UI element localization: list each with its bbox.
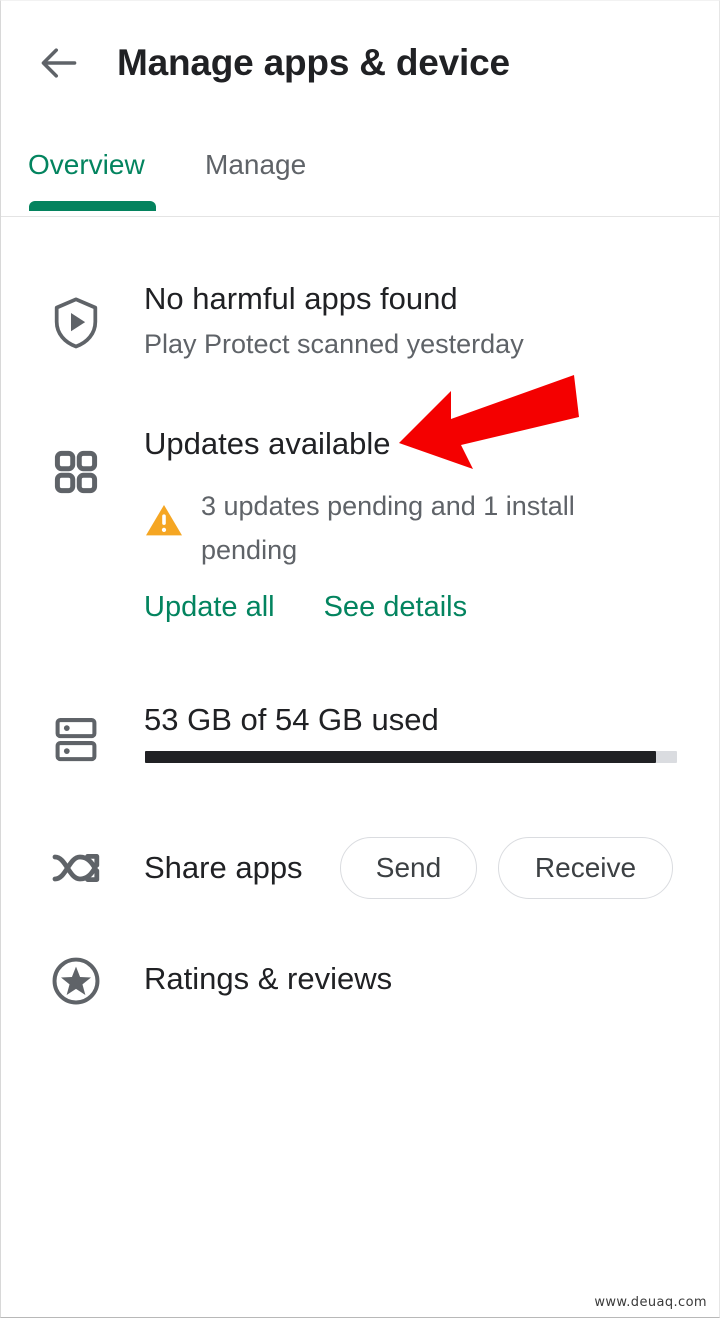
row-share-apps: Share apps Send Receive — [1, 837, 719, 899]
row-updates[interactable]: Updates available 3 updates pending and … — [1, 426, 719, 656]
grid-apps-icon — [48, 444, 104, 500]
tab-active-indicator — [29, 201, 156, 211]
row-play-protect[interactable]: No harmful apps found Play Protect scann… — [1, 281, 719, 391]
updates-warning-text: 3 updates pending and 1 install pending — [201, 491, 575, 565]
app-bar: Manage apps & device — [1, 1, 719, 125]
storage-icon — [48, 712, 104, 768]
page-title: Manage apps & device — [117, 42, 510, 83]
play-store-manage-apps-screen: Manage apps & device Overview Manage No … — [0, 0, 720, 1318]
shield-play-icon — [48, 295, 104, 351]
back-button[interactable] — [27, 31, 91, 95]
star-circle-icon — [48, 953, 104, 1009]
updates-title: Updates available — [144, 426, 391, 461]
play-protect-title: No harmful apps found — [144, 281, 458, 316]
tab-manage[interactable]: Manage — [205, 125, 306, 205]
arrow-left-icon — [37, 41, 81, 85]
row-ratings-reviews[interactable]: Ratings & reviews — [1, 951, 719, 1011]
storage-progress-fill — [145, 751, 656, 763]
watermark: www.deuaq.com — [594, 1295, 707, 1310]
storage-title: 53 GB of 54 GB used — [144, 702, 439, 737]
row-storage[interactable]: 53 GB of 54 GB used — [1, 698, 719, 788]
receive-button[interactable]: Receive — [498, 837, 673, 899]
share-apps-title: Share apps — [144, 850, 303, 885]
tab-bar: Overview Manage — [1, 125, 719, 217]
updates-actions: Update all See details — [144, 591, 467, 624]
share-apps-icon — [48, 840, 104, 896]
warning-triangle-icon — [144, 502, 184, 538]
updates-warning: 3 updates pending and 1 install pending — [144, 484, 644, 572]
update-all-link[interactable]: Update all — [144, 591, 275, 624]
ratings-title: Ratings & reviews — [144, 961, 393, 996]
tab-overview[interactable]: Overview — [28, 125, 145, 205]
tab-bar-divider — [1, 216, 719, 217]
send-button[interactable]: Send — [340, 837, 477, 899]
see-details-link[interactable]: See details — [324, 591, 468, 624]
storage-progress-bar — [145, 751, 677, 763]
play-protect-subtitle: Play Protect scanned yesterday — [144, 329, 524, 359]
